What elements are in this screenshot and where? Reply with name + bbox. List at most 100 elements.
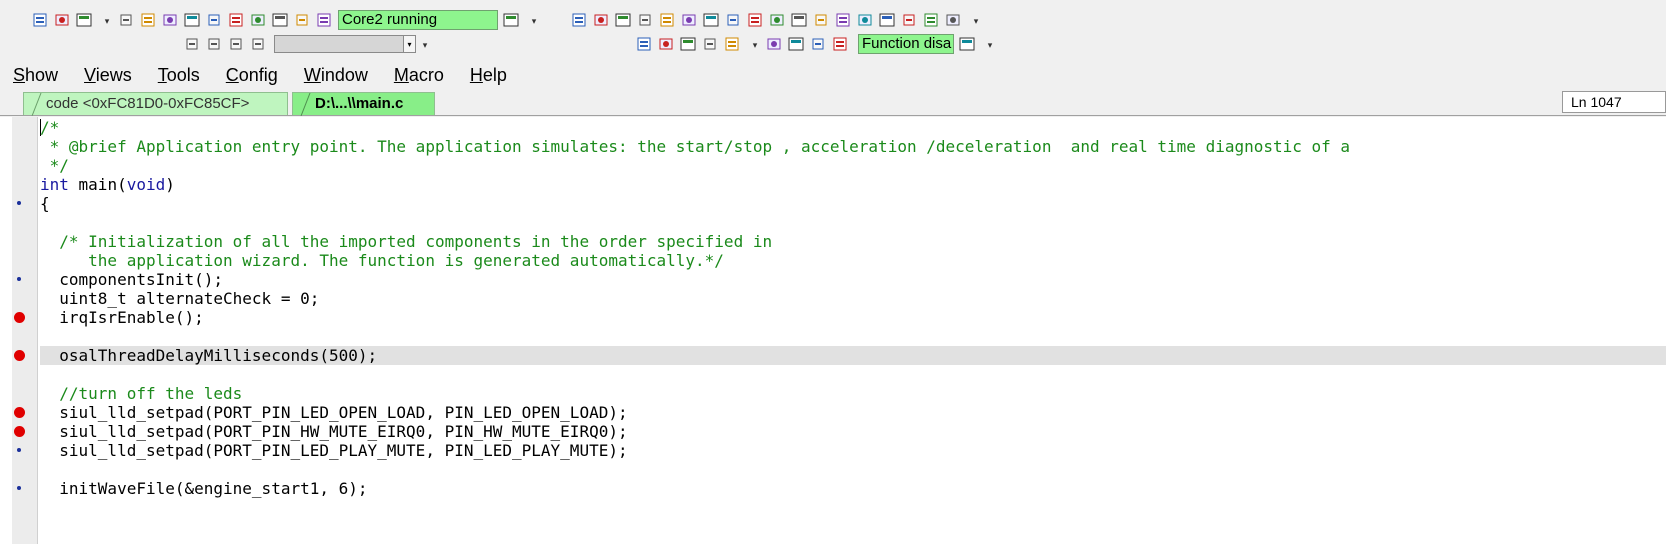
terminal-icon[interactable] [813, 12, 829, 28]
toolbar-overflow-button[interactable]: ▾ [971, 13, 981, 27]
page2-icon[interactable] [206, 36, 222, 52]
record-icon[interactable] [228, 36, 244, 52]
doc-icon[interactable] [724, 36, 740, 52]
code-line[interactable]: //turn off the leds [40, 384, 1666, 403]
breakpoint-icon[interactable] [14, 426, 25, 437]
code-line[interactable]: /* Initialization of all the imported co… [40, 232, 1666, 251]
trace-toggle-icon[interactable] [636, 36, 652, 52]
breakpoint-icon[interactable] [14, 407, 25, 418]
menu-item-macro[interactable]: Macro [381, 63, 457, 87]
cpu-icon[interactable] [316, 12, 332, 28]
register-icon[interactable] [593, 12, 609, 28]
flag-icon[interactable] [810, 36, 826, 52]
peripheral-icon[interactable] [791, 12, 807, 28]
menu-item-help[interactable]: Help [457, 63, 520, 87]
menu-bar: Show Views Tools Config Window Macro Help [0, 62, 1666, 88]
group-icon[interactable] [945, 12, 961, 28]
clip-icon[interactable] [250, 36, 266, 52]
code-line[interactable]: irqIsrEnable(); [40, 308, 1666, 327]
cut-icon[interactable] [32, 12, 48, 28]
breakpoint-icon[interactable] [14, 312, 25, 323]
var-icon[interactable] [703, 12, 719, 28]
down-icon[interactable] [832, 36, 848, 52]
code-line[interactable]: */ [40, 156, 1666, 175]
code-line[interactable] [40, 327, 1666, 346]
code-line[interactable]: osalThreadDelayMilliseconds(500); [40, 346, 1666, 365]
code-line[interactable]: siul_lld_setpad(PORT_PIN_LED_PLAY_MUTE, … [40, 441, 1666, 460]
frame-icon[interactable] [747, 12, 763, 28]
menu-item-show[interactable]: Show [0, 63, 71, 87]
menu-item-config[interactable]: Config [213, 63, 291, 87]
bug-icon[interactable] [788, 36, 804, 52]
code-comment: /* [40, 118, 60, 137]
toolbar-overflow-button[interactable]: ▾ [750, 37, 760, 51]
network-icon[interactable] [680, 36, 696, 52]
code-line[interactable]: the application wizard. The function is … [40, 251, 1666, 270]
code-line[interactable]: siul_lld_setpad(PORT_PIN_LED_OPEN_LOAD, … [40, 403, 1666, 422]
step-into-icon[interactable] [184, 12, 200, 28]
list-icon[interactable] [571, 12, 587, 28]
toolbar-overflow-button[interactable]: ▾ [420, 37, 430, 51]
page-icon[interactable] [184, 36, 200, 52]
toolbar-overflow-button[interactable]: ▾ [102, 13, 112, 27]
step-source-icon[interactable] [162, 12, 178, 28]
watch-icon[interactable] [681, 12, 697, 28]
code-comment: the application wizard. The function is … [40, 251, 724, 270]
executable-line-dot-icon[interactable] [17, 277, 21, 281]
menu-label-rest: elp [482, 65, 507, 85]
toolbar-combo-box[interactable]: ▾ [274, 35, 416, 53]
code-line[interactable]: int main(void) [40, 175, 1666, 194]
tab-code-range[interactable]: code <0xFC81D0-0xFC85CF> [23, 92, 288, 116]
menu-item-views[interactable]: Views [71, 63, 145, 87]
code-line[interactable] [40, 365, 1666, 384]
toolbar-overflow-button[interactable]: ▾ [985, 37, 995, 51]
memory-icon[interactable] [615, 12, 631, 28]
menu-item-window[interactable]: Window [291, 63, 381, 87]
run-icon[interactable] [140, 12, 156, 28]
break-icon[interactable] [272, 12, 288, 28]
code-editor[interactable]: /* * @brief Application entry point. The… [0, 117, 1666, 544]
code-text: osalThreadDelayMilliseconds(500); [40, 346, 378, 365]
trace-icon[interactable] [725, 12, 741, 28]
window-icon[interactable] [901, 12, 917, 28]
table-icon[interactable] [923, 12, 939, 28]
grid-icon[interactable] [702, 36, 718, 52]
step-return-icon[interactable] [250, 12, 266, 28]
breakpoint-icon[interactable] [659, 12, 675, 28]
code-line[interactable]: /* [40, 118, 1666, 137]
debug-icon[interactable] [766, 36, 782, 52]
step-over-icon[interactable] [206, 12, 222, 28]
executable-line-dot-icon[interactable] [17, 201, 21, 205]
code-line[interactable]: { [40, 194, 1666, 213]
code-comment: * @brief Application entry point. The ap… [40, 137, 1351, 156]
step-out-icon[interactable] [228, 12, 244, 28]
copy-icon[interactable] [54, 12, 70, 28]
code-line[interactable]: siul_lld_setpad(PORT_PIN_HW_MUTE_EIRQ0, … [40, 422, 1666, 441]
chart-icon[interactable] [857, 12, 873, 28]
editor-gutter[interactable] [12, 117, 38, 544]
paste-icon[interactable] [76, 12, 92, 28]
core-select-icon[interactable] [503, 12, 519, 28]
executable-line-dot-icon[interactable] [17, 486, 21, 490]
code-line[interactable] [40, 460, 1666, 479]
menu-accelerator: W [303, 65, 321, 85]
code-line[interactable]: componentsInit(); [40, 270, 1666, 289]
executable-line-dot-icon[interactable] [17, 448, 21, 452]
code-line[interactable]: initWaveFile(&engine_start1, 6); [40, 479, 1666, 498]
step-cursor-icon[interactable] [118, 12, 134, 28]
combo-dropdown-icon[interactable]: ▾ [403, 36, 415, 52]
symbol-icon[interactable] [769, 12, 785, 28]
stack-icon[interactable] [637, 12, 653, 28]
reset-icon[interactable] [294, 12, 310, 28]
code-line[interactable]: * @brief Application entry point. The ap… [40, 137, 1666, 156]
toolbar-overflow-button[interactable]: ▾ [529, 13, 539, 27]
function-icon[interactable] [959, 36, 975, 52]
analyzer-icon[interactable] [879, 12, 895, 28]
menu-item-tools[interactable]: Tools [145, 63, 213, 87]
fork-icon[interactable] [658, 36, 674, 52]
code-line[interactable]: uint8_t alternateCheck = 0; [40, 289, 1666, 308]
breakpoint-icon[interactable] [14, 350, 25, 361]
tab-main-c[interactable]: D:\...\\main.c [292, 92, 435, 116]
globe-icon[interactable] [835, 12, 851, 28]
code-line[interactable] [40, 213, 1666, 232]
